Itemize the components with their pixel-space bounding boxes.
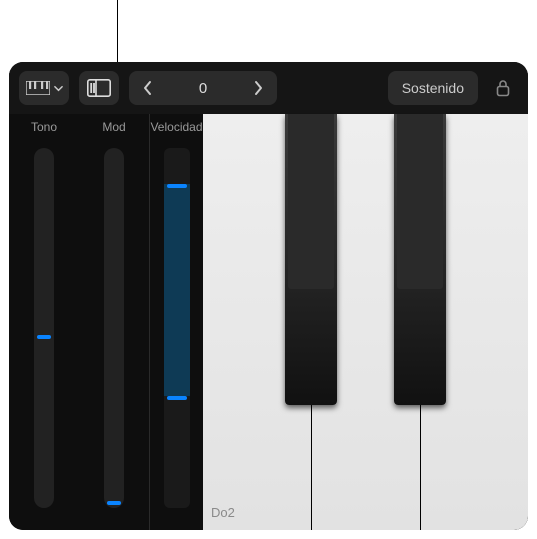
chevron-right-icon [252, 80, 264, 96]
body: Tono Mod Velocidad [9, 114, 528, 530]
mod-slider-thumb [107, 501, 121, 505]
black-key[interactable] [394, 114, 446, 405]
pitch-slider-thumb [37, 335, 51, 339]
glissando-lock-button[interactable] [488, 79, 518, 97]
velocity-column: Velocidad [149, 114, 203, 530]
velocity-label: Velocidad [150, 120, 202, 134]
piano-keyboard[interactable]: Do2 [203, 114, 528, 530]
toolbar: 0 Sostenido [9, 62, 528, 114]
velocity-high-thumb [167, 184, 187, 188]
chevron-left-icon [142, 80, 154, 96]
keyboard-icon [26, 81, 50, 95]
controls-panel-toggle-button[interactable] [79, 71, 119, 105]
sustain-label: Sostenido [402, 80, 464, 96]
mod-label: Mod [102, 120, 125, 134]
pitch-label: Tono [31, 120, 57, 134]
keyboard-layout-button[interactable] [19, 71, 69, 105]
sustain-button[interactable]: Sostenido [388, 71, 478, 105]
keyboard-app-window: 0 Sostenido Tono [9, 62, 528, 530]
note-label: Do2 [211, 505, 235, 520]
callout-line [117, 0, 118, 62]
lock-icon [495, 79, 511, 97]
velocity-low-thumb [167, 396, 187, 400]
octave-up-button[interactable] [243, 73, 273, 103]
chevron-down-icon [54, 84, 63, 93]
velocity-range-fill [164, 184, 190, 396]
pitch-column: Tono [9, 120, 79, 530]
controls-panel: Tono Mod Velocidad [9, 114, 203, 530]
velocity-range-slider[interactable] [164, 148, 190, 508]
mod-column: Mod [79, 120, 149, 530]
octave-value: 0 [199, 80, 207, 97]
controls-panel-icon [87, 79, 111, 97]
pitch-mod-group: Tono Mod [9, 114, 149, 530]
octave-down-button[interactable] [133, 73, 163, 103]
mod-slider[interactable] [104, 148, 124, 508]
octave-stepper: 0 [129, 71, 277, 105]
pitch-slider[interactable] [34, 148, 54, 508]
black-key[interactable] [285, 114, 337, 405]
